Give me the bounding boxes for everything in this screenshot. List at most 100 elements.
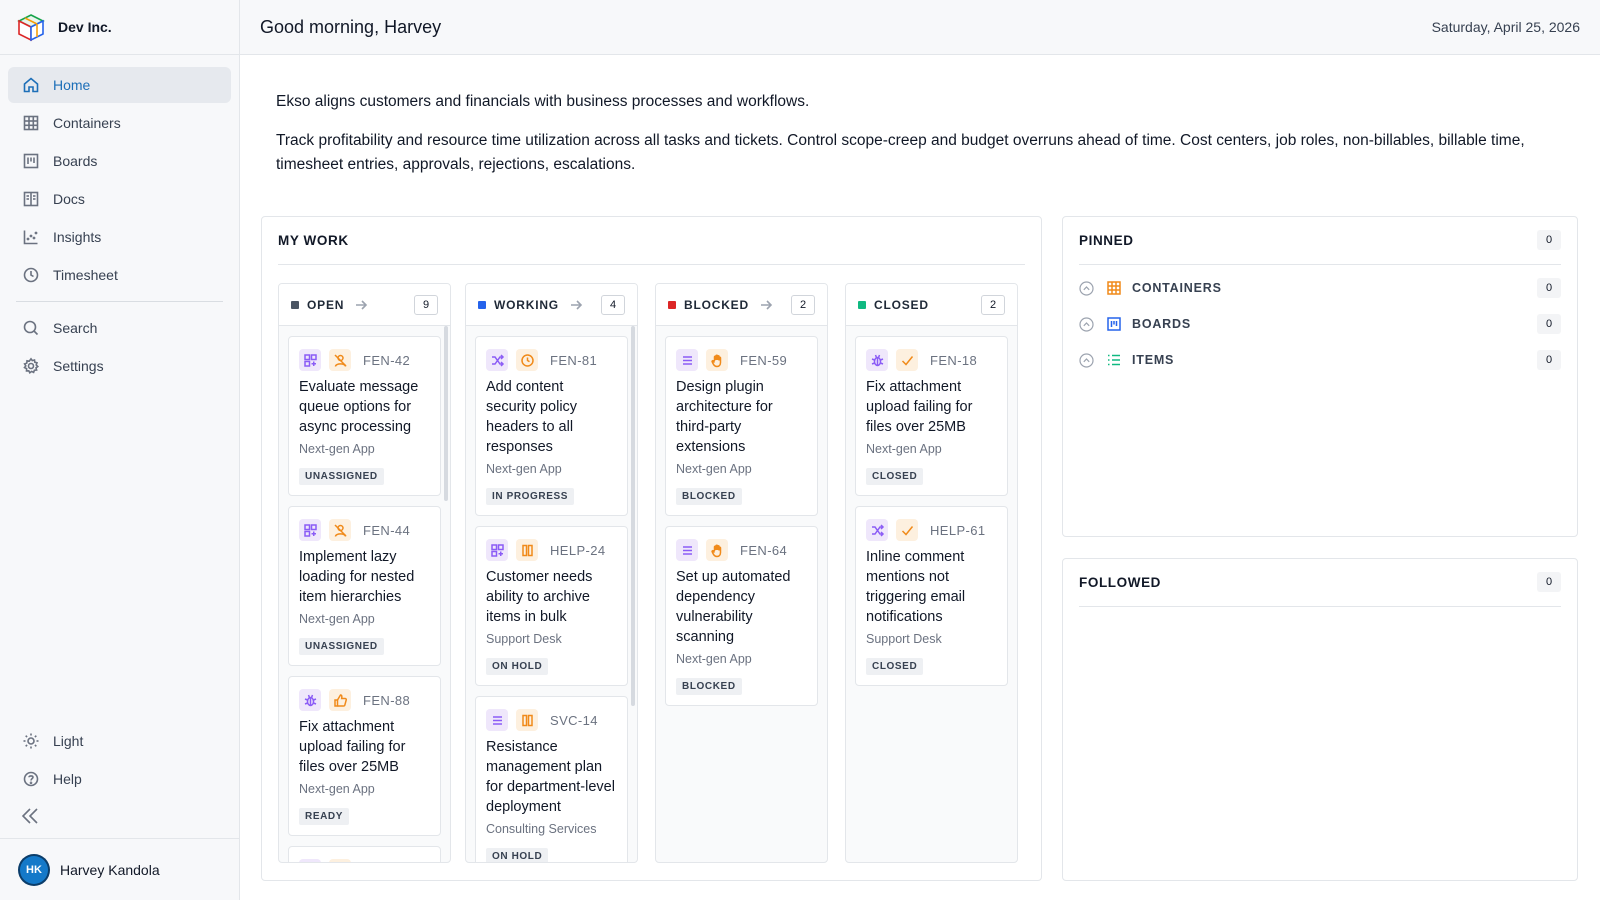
column-header[interactable]: CLOSED 2 [846,284,1017,326]
work-card[interactable]: FEN-42 Evaluate message queue options fo… [288,336,441,496]
grid-icon [1107,281,1121,295]
card-id: FEN-59 [740,352,788,368]
status-dot [478,300,486,309]
work-card[interactable]: FEN-18 Fix attachment upload failing for… [855,336,1008,496]
column-header[interactable]: OPEN 9 [279,284,450,326]
status-dot [291,300,299,309]
column-open: OPEN 9 FEN-42 Evaluate message queue opt… [278,283,451,863]
column-count: 2 [791,295,815,315]
status-badge: ON HOLD [486,848,549,862]
scrollbar[interactable] [444,326,448,501]
arrow-right-icon[interactable] [759,298,773,312]
page-header: Good morning, Harvey Saturday, April 25,… [240,0,1600,55]
pinned-row-boards[interactable]: BOARDS 0 [1079,313,1561,335]
hand-icon [706,539,728,561]
chevron-up-icon[interactable] [1079,352,1094,368]
column-body[interactable]: FEN-81 Add content security policy heade… [466,326,637,862]
brand[interactable]: Dev Inc. [0,0,239,55]
column-header[interactable]: BLOCKED 2 [656,284,827,326]
chevron-up-icon[interactable] [1079,280,1094,296]
intro-line-2: Track profitability and resource time ut… [276,132,1525,173]
card-project: Next-gen App [299,442,375,456]
card-project: Consulting Services [486,822,597,836]
scrollbar[interactable] [631,326,635,706]
list-icon [486,709,508,731]
check-icon [896,349,918,371]
column-body[interactable]: FEN-18 Fix attachment upload failing for… [846,326,1017,862]
arrow-right-icon[interactable] [569,298,583,312]
my-work-panel: MY WORK OPEN 9 FEN-42 Evaluate message q… [261,216,1042,881]
nav-item-help[interactable]: Help [8,761,231,797]
status-badge: ON HOLD [486,658,549,675]
card-title: Inline comment mentions not triggering e… [866,549,966,625]
home-icon [23,77,39,93]
card-title: Add content security policy headers to a… [486,379,578,455]
work-card[interactable]: SVC-14 Resistance management plan for de… [475,696,628,862]
column-body[interactable]: FEN-59 Design plugin architecture for th… [656,326,827,862]
pause-icon [516,539,538,561]
pinned-row-label: CONTAINERS [1132,281,1222,295]
work-card[interactable]: HELP-61 Inline comment mentions not trig… [855,506,1008,686]
bottom-nav: Light Help [8,723,231,799]
current-date: Saturday, April 25, 2026 [1431,19,1580,35]
card-project: Next-gen App [676,462,752,476]
card-id: FEN-18 [930,352,978,368]
card-title: Set up automated dependency vulnerabilit… [676,569,791,645]
status-badge: READY [299,808,350,825]
pinned-row-containers[interactable]: CONTAINERS 0 [1079,277,1561,299]
card-project: Next-gen App [676,652,752,666]
nav-item-containers[interactable]: Containers [8,105,231,141]
followed-header: FOLLOWED 0 [1079,572,1561,607]
work-card[interactable]: FEN-88 Fix attachment upload failing for… [288,676,441,836]
nav-item-docs[interactable]: Docs [8,181,231,217]
card-project: Support Desk [866,632,942,646]
column-body[interactable]: FEN-42 Evaluate message queue options fo… [279,326,450,862]
card-title: Evaluate message queue options for async… [299,379,419,435]
check-icon [896,519,918,541]
avatar: HK [20,855,48,884]
nav-item-boards[interactable]: Boards [8,143,231,179]
card-id: SVC-14 [550,712,598,728]
nav-item-home[interactable]: Home [8,67,231,103]
nav-item-label: Help [53,771,82,787]
unassigned-icon [329,349,351,371]
my-work-title: MY WORK [278,233,349,248]
status-badge: UNASSIGNED [299,638,384,655]
arrow-right-icon[interactable] [354,298,368,312]
nav-item-insights[interactable]: Insights [8,219,231,255]
card-project: Next-gen App [866,442,942,456]
work-card[interactable]: FEN-64 Set up automated dependency vulne… [665,526,818,706]
work-card[interactable]: FEN-44 Implement lazy loading for nested… [288,506,441,666]
work-card[interactable]: FEN-59 Design plugin architecture for th… [665,336,818,516]
card-id: HELP-24 [550,542,606,558]
column-label: CLOSED [874,297,929,312]
column-label: OPEN [307,297,345,312]
column-closed: CLOSED 2 FEN-18 Fix attachment upload fa… [845,283,1018,863]
user-profile[interactable]: HK Harvey Kandola [0,838,239,900]
feature-icon [299,519,321,541]
bug-icon [866,349,888,371]
work-card[interactable]: FEN-81 Add content security policy heade… [475,336,628,516]
status-badge: BLOCKED [676,488,742,505]
pinned-row-items[interactable]: ITEMS 0 [1079,349,1561,371]
nav-item-timesheet[interactable]: Timesheet [8,257,231,293]
nav-item-label: Search [53,320,98,336]
status-badge: UNASSIGNED [299,468,384,485]
chevron-up-icon[interactable] [1079,316,1094,332]
theme-toggle[interactable]: Light [8,723,231,759]
pause-icon [516,709,538,731]
column-header[interactable]: WORKING 4 [466,284,637,326]
work-card[interactable]: HELP-24 Customer needs ability to archiv… [475,526,628,686]
column-count: 9 [414,295,438,315]
nav-item-search[interactable]: Search [8,310,231,346]
my-work-header: MY WORK [278,233,1025,265]
column-count: 2 [981,295,1005,315]
work-card[interactable] [288,846,441,862]
nav-item-settings[interactable]: Settings [8,348,231,384]
pinned-row-label: BOARDS [1132,317,1191,331]
sun-icon [23,733,39,749]
nav-item-label: Timesheet [53,267,118,283]
collapse-sidebar-icon[interactable] [20,806,40,826]
nav-item-label: Home [53,77,91,93]
card-title: Design plugin architecture for third-par… [676,379,773,455]
